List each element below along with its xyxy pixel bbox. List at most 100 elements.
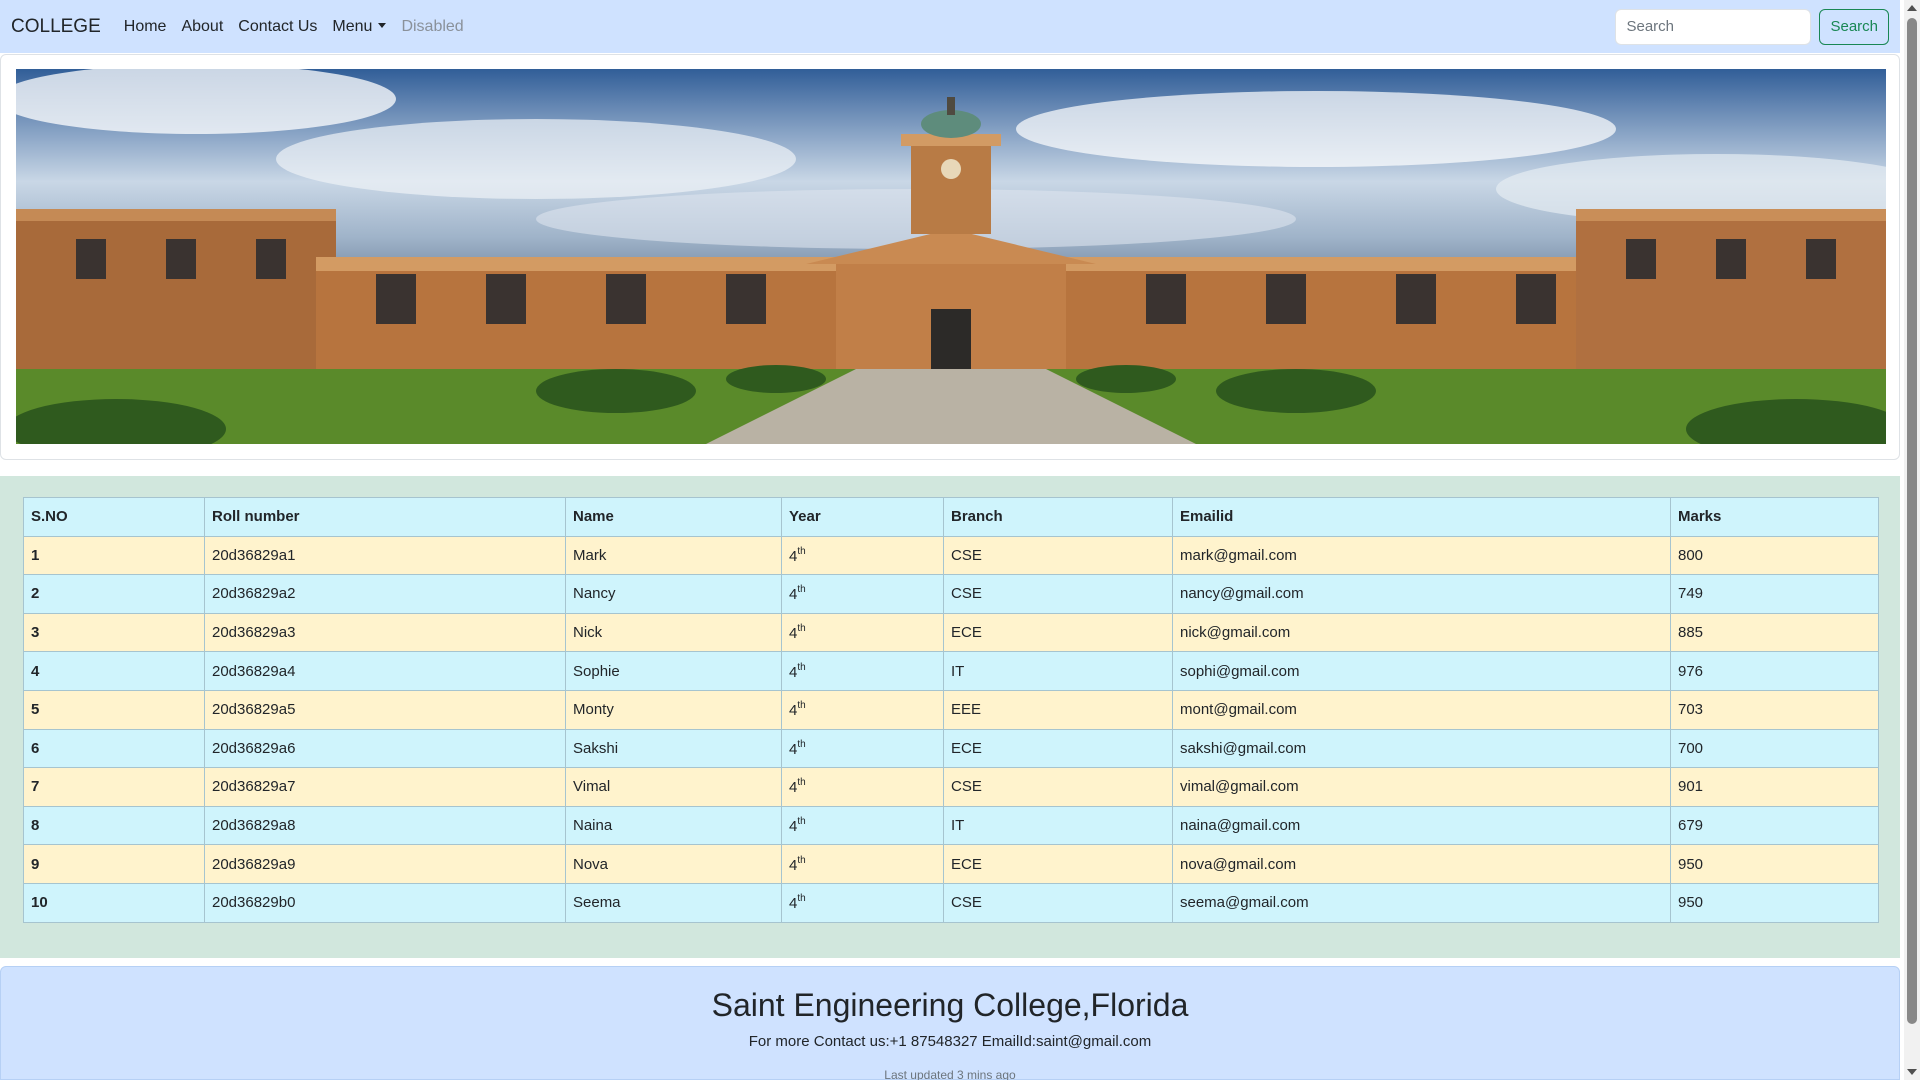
cell-name: Sakshi [565,728,782,769]
footer-card: Saint Engineering College,Florida For mo… [0,966,1900,1080]
top-navbar: COLLEGE Home About Contact Us Menu Disab… [0,0,1900,53]
year-suffix: th [797,545,806,557]
cell-name: Monty [565,689,782,730]
nav-link-contact-us[interactable]: Contact Us [238,18,317,36]
cell-marks: 700 [1670,728,1879,769]
footer-last-updated: Last updated 3 mins ago [884,1068,1016,1080]
nav-link-disabled: Disabled [401,17,464,35]
cell-emailid: naina@gmail.com [1172,805,1671,846]
search-input[interactable] [1615,8,1812,45]
cell-sno: 2 [23,574,205,614]
table-row: 7 20d36829a7 Vimal 4th CSE vimal@gmail.c… [23,767,1879,807]
nav-link-about[interactable]: About [181,18,223,36]
year-suffix: th [797,623,806,635]
table-row: 9 20d36829a9 Nova 4th ECE nova@gmail.com… [23,844,1879,884]
cell-roll-number: 20d36829a7 [204,767,566,807]
cell-name: Sophie [565,651,782,691]
table-header-row: S.NO Roll number Name Year Branch Emaili… [23,497,1879,537]
cell-sno: 8 [23,805,205,846]
nav-menu-dropdown[interactable]: Menu [332,17,387,36]
cell-emailid: nancy@gmail.com [1172,574,1671,614]
cell-name: Nova [565,844,782,884]
cell-name: Naina [565,805,782,846]
cell-name: Nick [565,612,782,653]
brand-logo-text[interactable]: COLLEGE [11,16,101,38]
cell-marks: 950 [1670,882,1879,923]
cell-branch: ECE [943,844,1173,884]
cell-marks: 885 [1670,612,1879,653]
cell-year: 4th [781,728,944,769]
hero-card [0,54,1900,460]
cell-roll-number: 20d36829b0 [204,882,566,923]
cell-branch: EEE [943,689,1173,730]
scroll-down-arrow-icon[interactable] [1907,1069,1917,1075]
cell-year: 4th [781,651,944,691]
cell-roll-number: 20d36829a3 [204,612,566,653]
cell-sno: 5 [23,689,205,730]
students-table: S.NO Roll number Name Year Branch Emaili… [23,497,1879,923]
table-row: 4 20d36829a4 Sophie 4th IT sophi@gmail.c… [23,651,1879,691]
cell-marks: 800 [1670,535,1879,576]
column-header-branch: Branch [943,497,1173,537]
cell-year: 4th [781,767,944,807]
cell-marks: 901 [1670,767,1879,807]
scroll-up-arrow-icon[interactable] [1907,5,1917,11]
cell-name: Nancy [565,574,782,614]
cell-marks: 976 [1670,651,1879,691]
cell-sno: 7 [23,767,205,807]
students-table-section: S.NO Roll number Name Year Branch Emaili… [0,476,1900,958]
cell-branch: ECE [943,612,1173,653]
year-suffix: th [797,816,806,828]
cell-emailid: nova@gmail.com [1172,844,1671,884]
cell-roll-number: 20d36829a8 [204,805,566,846]
table-row: 3 20d36829a3 Nick 4th ECE nick@gmail.com… [23,612,1879,653]
search-button[interactable]: Search [1819,8,1889,45]
table-row: 1 20d36829a1 Mark 4th CSE mark@gmail.com… [23,535,1879,576]
nav-menu-label: Menu [332,17,373,35]
year-suffix: th [797,854,806,866]
year-suffix: th [797,893,806,905]
cell-emailid: sakshi@gmail.com [1172,728,1671,769]
cell-branch: CSE [943,882,1173,923]
column-header-sno: S.NO [23,497,205,537]
column-header-year: Year [781,497,944,537]
cell-marks: 749 [1670,574,1879,614]
cell-emailid: seema@gmail.com [1172,882,1671,923]
cell-roll-number: 20d36829a4 [204,651,566,691]
caret-down-icon [378,22,387,28]
scrollbar-thumb[interactable] [1907,18,1917,1024]
college-building-image [16,69,1886,444]
cell-roll-number: 20d36829a9 [204,844,566,884]
table-row: 8 20d36829a8 Naina 4th IT naina@gmail.co… [23,805,1879,846]
cell-sno: 10 [23,882,205,923]
cell-branch: CSE [943,574,1173,614]
cell-sno: 9 [23,844,205,884]
table-row: 2 20d36829a2 Nancy 4th CSE nancy@gmail.c… [23,574,1879,614]
nav-link-home[interactable]: Home [124,18,167,36]
table-row: 6 20d36829a6 Sakshi 4th ECE sakshi@gmail… [23,728,1879,769]
cell-emailid: nick@gmail.com [1172,612,1671,653]
cell-year: 4th [781,882,944,923]
cell-year: 4th [781,612,944,653]
college-building-illustration [16,69,1886,444]
cell-emailid: sophi@gmail.com [1172,651,1671,691]
cell-roll-number: 20d36829a6 [204,728,566,769]
cell-roll-number: 20d36829a1 [204,535,566,576]
cell-year: 4th [781,574,944,614]
cell-branch: CSE [943,535,1173,576]
cell-emailid: mark@gmail.com [1172,535,1671,576]
table-row: 5 20d36829a5 Monty 4th EEE mont@gmail.co… [23,689,1879,730]
cell-year: 4th [781,535,944,576]
year-suffix: th [797,738,806,750]
cell-branch: CSE [943,767,1173,807]
column-header-roll-number: Roll number [204,497,566,537]
column-header-emailid: Emailid [1172,497,1671,537]
cell-sno: 3 [23,612,205,653]
cell-roll-number: 20d36829a5 [204,689,566,730]
cell-branch: IT [943,651,1173,691]
vertical-scrollbar[interactable] [1904,0,1920,1080]
table-row: 10 20d36829b0 Seema 4th CSE seema@gmail.… [23,882,1879,923]
cell-year: 4th [781,805,944,846]
year-suffix: th [797,584,806,596]
cell-branch: ECE [943,728,1173,769]
